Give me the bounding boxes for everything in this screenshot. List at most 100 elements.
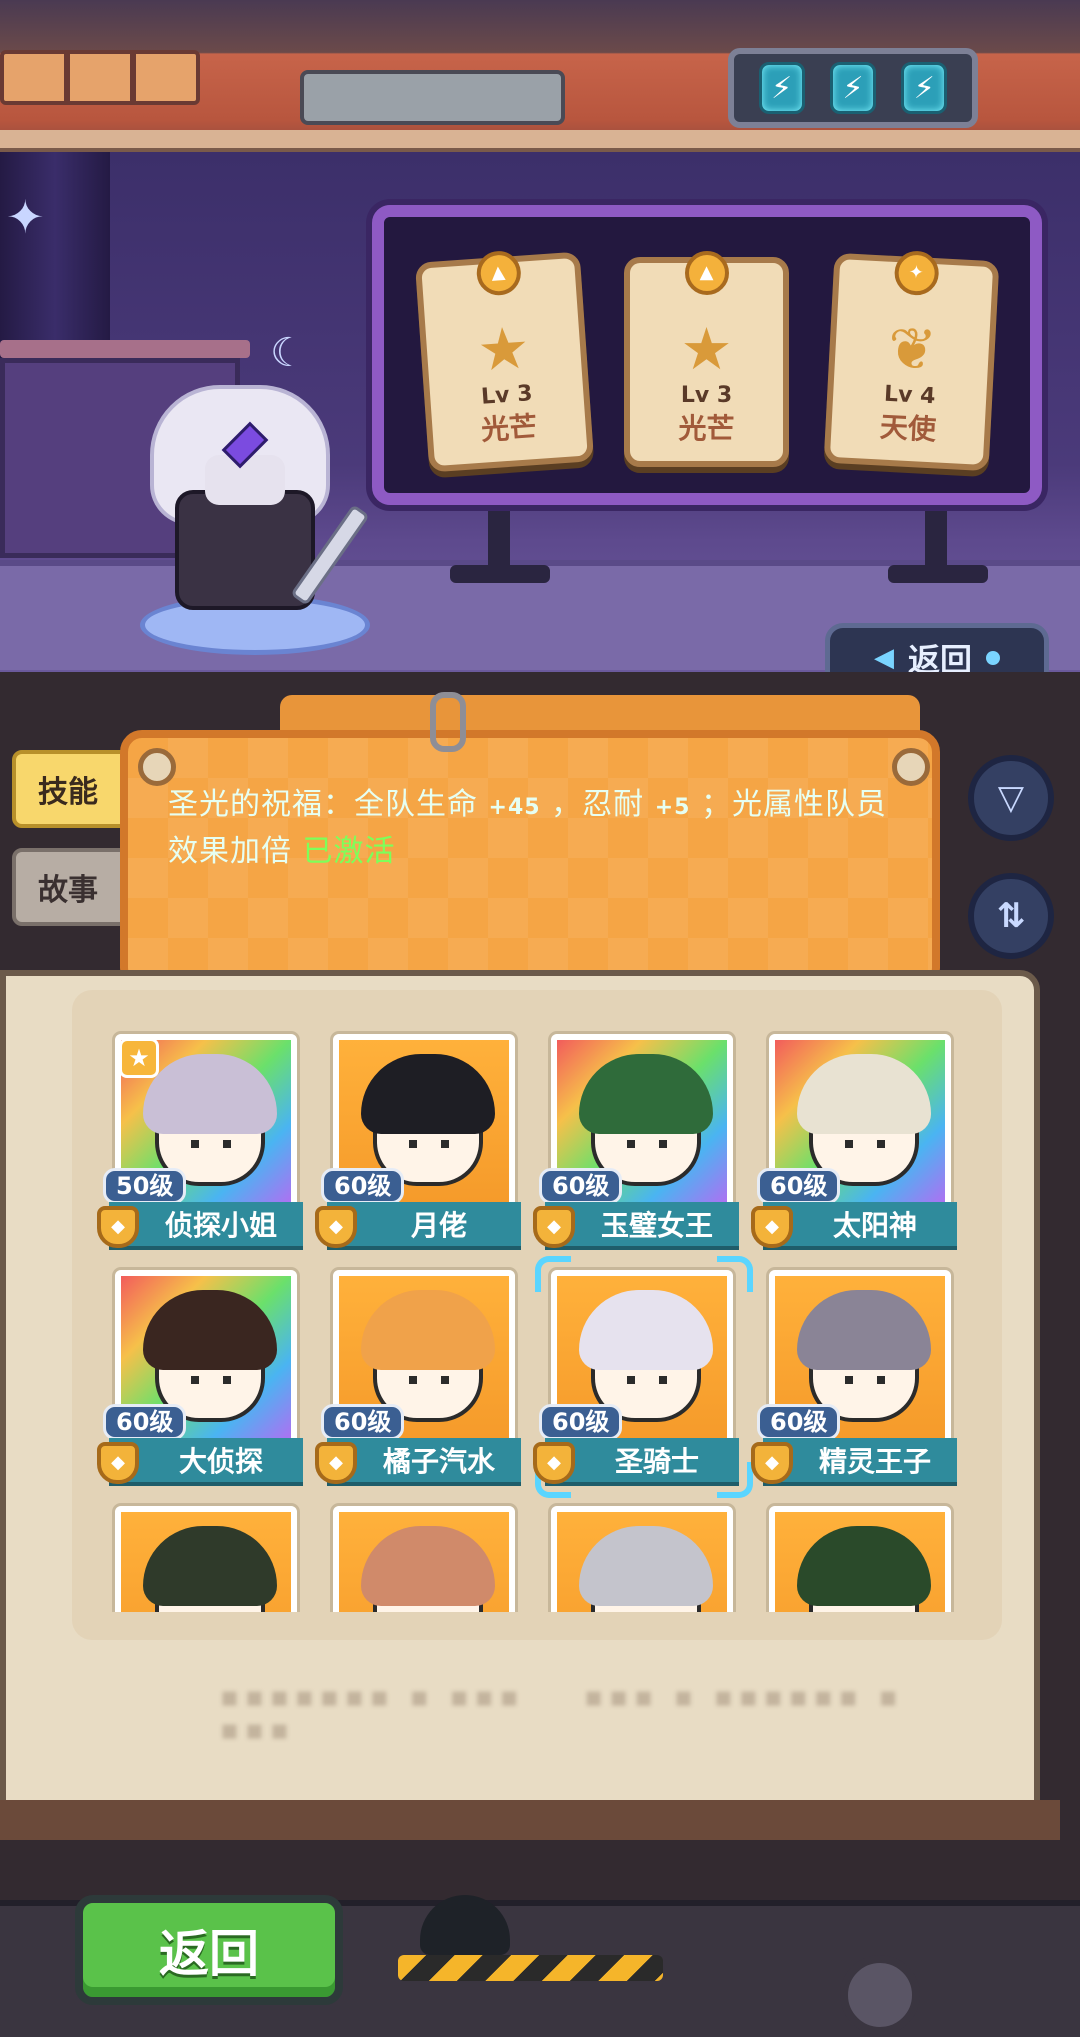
favorite-star-icon: ★ (119, 1038, 159, 1078)
class-shield-icon: ◆ (751, 1442, 793, 1484)
book-spine (0, 1800, 1060, 1840)
tab-story[interactable]: 故事 (12, 848, 124, 926)
skill-card-name: 光芒 (678, 412, 735, 445)
hero-eyes (845, 1140, 885, 1148)
skill-card[interactable]: ▲ ★ Lv 3 光芒 (414, 249, 595, 473)
skill-status: 已激活 (302, 834, 396, 869)
hero-card[interactable] (541, 1502, 741, 1612)
skill-bonus-value: +45 (488, 795, 541, 820)
hero-level: 60级 (321, 1404, 405, 1440)
energy-panel: ⚡ ⚡ ⚡ (728, 48, 978, 128)
skill-card-level: Lv 3 (680, 383, 733, 408)
vent-decoration (0, 50, 200, 105)
energy-icon: ⚡ (758, 62, 805, 114)
hero-hair (797, 1526, 931, 1606)
lens-decoration (840, 1955, 920, 2035)
hero-hair (143, 1054, 277, 1134)
back-button[interactable]: 返回 (75, 1895, 343, 2005)
hero-hair (579, 1526, 713, 1606)
star-burst-icon: ★ (475, 313, 532, 385)
hero-card[interactable]: 60级 ◆ 大侦探 (97, 1266, 305, 1486)
rank-badge-icon: ✦ (893, 250, 940, 297)
paladin-character[interactable] (160, 400, 330, 620)
hero-portrait-frame (769, 1506, 951, 1612)
selection-corner-icon (535, 1256, 571, 1292)
skill-description: 圣光的祝福：全队生命 +45 ，忍耐 +5 ；光属性队员效果加倍 已激活 (168, 783, 888, 874)
arrow-left-icon: ◀ (873, 643, 894, 673)
moon-icon: ☾ (270, 330, 306, 376)
hero-hair (143, 1290, 277, 1370)
hero-eyes (191, 1140, 231, 1148)
board-foot (888, 565, 988, 583)
filter-button[interactable]: ▽ (968, 755, 1054, 841)
class-shield-icon: ◆ (533, 1206, 575, 1248)
hero-card[interactable]: 60级 ◆ 橘子汽水 (315, 1266, 523, 1486)
hero-hair (797, 1290, 931, 1370)
class-shield-icon: ◆ (533, 1442, 575, 1484)
pin-icon (892, 748, 930, 786)
hero-hair (579, 1054, 713, 1134)
class-shield-icon: ◆ (315, 1442, 357, 1484)
tab-skills[interactable]: 技能 (12, 750, 124, 828)
wall-shelf (0, 340, 250, 358)
skill-card[interactable]: ✦ ❦ Lv 4 天使 (823, 250, 1000, 472)
hazard-stripe (398, 1955, 663, 1981)
hero-level: 50级 (103, 1168, 187, 1204)
skill-board: ▲ ★ Lv 3 光芒 ▲ ★ Lv 3 光芒 ✦ ❦ Lv 4 天使 (372, 205, 1042, 505)
sort-icon: ⇅ (996, 896, 1026, 936)
skill-text-part: 圣光的祝福：全队生命 (168, 787, 489, 822)
hero-hair (361, 1054, 495, 1134)
hero-eyes (191, 1376, 231, 1384)
class-shield-icon: ◆ (97, 1206, 139, 1248)
hero-card[interactable]: ★ 50级 ◆ 侦探小姐 (97, 1030, 305, 1250)
hero-card[interactable]: 60级 ◆ 太阳神 (751, 1030, 959, 1250)
board-foot (450, 565, 550, 583)
class-shield-icon: ◆ (751, 1206, 793, 1248)
hero-card[interactable] (105, 1502, 305, 1612)
class-shield-icon: ◆ (97, 1442, 139, 1484)
hero-hair (143, 1526, 277, 1606)
skill-card-name: 天使 (879, 410, 937, 447)
hero-eyes (627, 1376, 667, 1384)
hero-eyes (627, 1140, 667, 1148)
hero-card[interactable] (759, 1502, 959, 1612)
hero-portrait-frame (115, 1506, 297, 1612)
hero-hair (579, 1290, 713, 1370)
hero-level: 60级 (757, 1168, 841, 1204)
hero-hair (797, 1054, 931, 1134)
rank-badge-icon: ▲ (474, 249, 522, 297)
hero-level: 60级 (321, 1168, 405, 1204)
selection-corner-icon (717, 1256, 753, 1292)
skill-text-part: ，忍耐 (540, 787, 655, 822)
hero-eyes (409, 1140, 449, 1148)
class-shield-icon: ◆ (315, 1206, 357, 1248)
energy-icon: ⚡ (829, 62, 876, 114)
filter-icon: ▽ (997, 778, 1025, 818)
hero-card[interactable]: 60级 ◆ 圣骑士 (533, 1256, 753, 1498)
dot-icon (986, 651, 1000, 665)
star-icon: ✦ (6, 190, 45, 244)
hero-card[interactable]: 60级 ◆ 玉璧女王 (533, 1030, 741, 1250)
rank-badge-icon: ▲ (684, 251, 729, 295)
hero-eyes (845, 1376, 885, 1384)
energy-icon: ⚡ (901, 62, 948, 114)
skill-card[interactable]: ▲ ★ Lv 3 光芒 (624, 251, 789, 467)
shelf-lip (0, 130, 1080, 152)
pin-icon (138, 748, 176, 786)
hero-level: 60级 (103, 1404, 187, 1440)
hero-card[interactable] (323, 1502, 523, 1612)
hero-level: 60级 (539, 1404, 623, 1440)
hero-hair (361, 1526, 495, 1606)
hero-card[interactable]: 60级 ◆ 月佬 (315, 1030, 523, 1250)
hero-card[interactable]: 60级 ◆ 精灵王子 (751, 1266, 959, 1486)
sort-button[interactable]: ⇅ (968, 873, 1054, 959)
note-back-sheet (280, 695, 920, 735)
paperclip-icon (430, 692, 466, 752)
hero-portrait-frame (551, 1506, 733, 1612)
console-decoration (300, 70, 565, 125)
faded-row: ▪▪▪▪▪▪▪ ▪ ▪▪▪ ▪▪▪ ▪ ▪▪▪▪▪▪ ▪ ▪▪▪ (220, 1680, 904, 1746)
hero-hair (361, 1290, 495, 1370)
hero-level: 60级 (757, 1404, 841, 1440)
angel-wings-icon: ❦ (886, 313, 939, 385)
skill-bonus-value: +5 (654, 795, 691, 820)
